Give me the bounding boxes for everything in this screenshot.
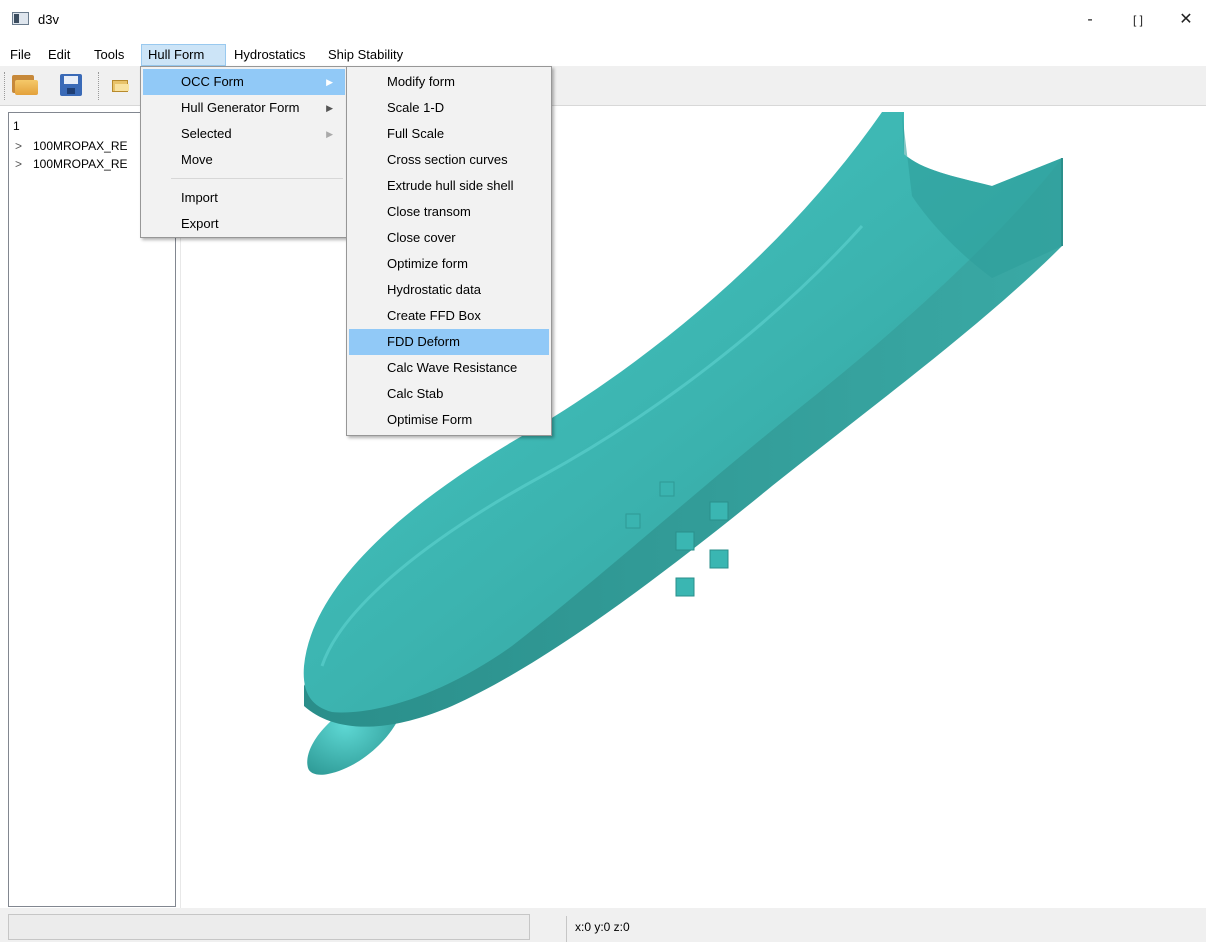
- menu-item-import[interactable]: Import: [143, 185, 345, 211]
- chevron-right-icon: ▶: [326, 103, 333, 113]
- open-small-icon[interactable]: [112, 78, 130, 92]
- menu-item-calc-wave-resistance[interactable]: Calc Wave Resistance: [349, 355, 549, 381]
- menu-item-selected[interactable]: Selected ▶: [143, 121, 345, 147]
- tree-item[interactable]: >100MROPAX_RE: [15, 139, 127, 153]
- menu-file[interactable]: File: [4, 44, 37, 66]
- save-icon[interactable]: [60, 74, 82, 96]
- menu-item-optimize-form[interactable]: Optimize form: [349, 251, 549, 277]
- menu-hydrostatics[interactable]: Hydrostatics: [228, 44, 312, 66]
- menu-item-optimise-form[interactable]: Optimise Form: [349, 407, 549, 433]
- tree-item-label: 100MROPAX_RE: [33, 157, 128, 171]
- tree-root-label: 1: [13, 119, 20, 133]
- tree-item-label: 100MROPAX_RE: [33, 139, 128, 153]
- menu-item-export[interactable]: Export: [143, 211, 345, 237]
- folder-open-icon[interactable]: [12, 73, 38, 95]
- status-message: [8, 914, 530, 940]
- menu-hull-form[interactable]: Hull Form: [141, 44, 226, 66]
- menu-item-modify-form[interactable]: Modify form: [349, 69, 549, 95]
- menu-item-close-cover[interactable]: Close cover: [349, 225, 549, 251]
- menu-item-scale-1d[interactable]: Scale 1-D: [349, 95, 549, 121]
- menu-item-occ-form[interactable]: OCC Form ▶: [143, 69, 345, 95]
- window-title: d3v: [38, 12, 59, 27]
- chevron-right-icon[interactable]: >: [15, 139, 33, 153]
- minimize-button[interactable]: -: [1070, 8, 1110, 32]
- menu-item-close-transom[interactable]: Close transom: [349, 199, 549, 225]
- tree-item[interactable]: >100MROPAX_RE: [15, 157, 127, 171]
- chevron-right-icon[interactable]: >: [15, 157, 33, 171]
- menu-item-fdd-deform[interactable]: FDD Deform: [349, 329, 549, 355]
- coordinates-readout: x:0 y:0 z:0: [566, 916, 1206, 942]
- menu-item-hull-generator-form[interactable]: Hull Generator Form ▶: [143, 95, 345, 121]
- status-bar: x:0 y:0 z:0: [0, 908, 1206, 942]
- menu-item-cross-section-curves[interactable]: Cross section curves: [349, 147, 549, 173]
- menu-edit[interactable]: Edit: [42, 44, 76, 66]
- menu-item-hydrostatic-data[interactable]: Hydrostatic data: [349, 277, 549, 303]
- toolbar-grip[interactable]: [4, 72, 8, 100]
- menu-item-create-ffd-box[interactable]: Create FFD Box: [349, 303, 549, 329]
- menu-item-full-scale[interactable]: Full Scale: [349, 121, 549, 147]
- toolbar-grip-2[interactable]: [98, 72, 102, 100]
- close-button[interactable]: ✕: [1166, 8, 1206, 32]
- occ-form-submenu: Modify form Scale 1-D Full Scale Cross s…: [346, 66, 552, 436]
- title-bar: d3v - [ ] ✕: [0, 0, 1206, 44]
- hull-form-menu: OCC Form ▶ Hull Generator Form ▶ Selecte…: [140, 66, 348, 238]
- menu-item-calc-stab[interactable]: Calc Stab: [349, 381, 549, 407]
- menu-bar: File Edit Tools Hull Form Hydrostatics S…: [0, 44, 1206, 66]
- app-icon: [12, 12, 29, 25]
- menu-separator: [171, 178, 343, 179]
- menu-item-move[interactable]: Move: [143, 147, 345, 173]
- menu-item-extrude-hull-side-shell[interactable]: Extrude hull side shell: [349, 173, 549, 199]
- chevron-right-icon: ▶: [326, 77, 333, 87]
- menu-ship-stability[interactable]: Ship Stability: [322, 44, 409, 66]
- menu-tools[interactable]: Tools: [88, 44, 130, 66]
- maximize-button[interactable]: [ ]: [1118, 8, 1158, 32]
- chevron-right-icon: ▶: [326, 129, 333, 139]
